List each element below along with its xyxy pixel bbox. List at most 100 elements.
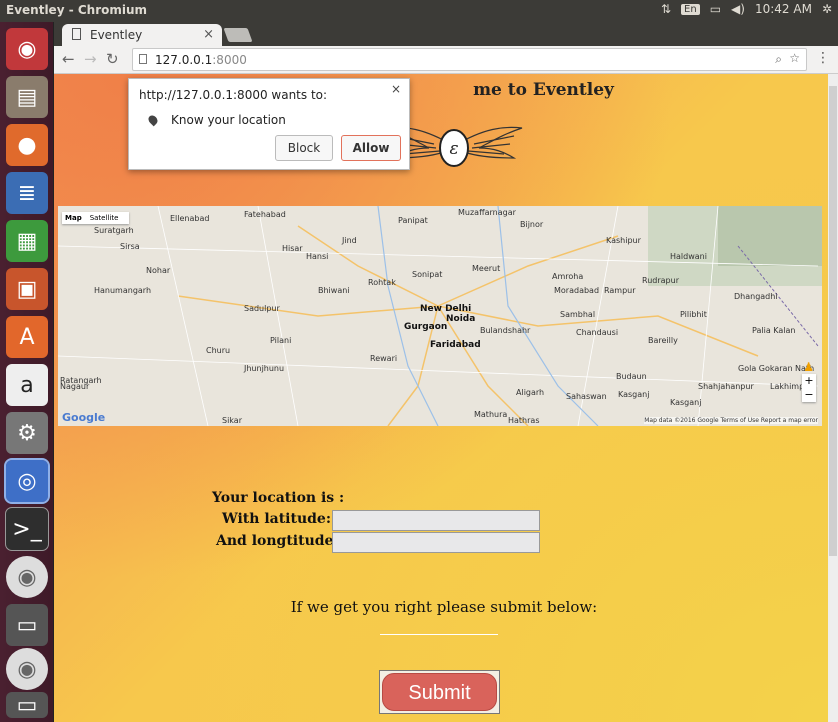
map-roads bbox=[58, 206, 822, 426]
close-tab-icon[interactable]: × bbox=[203, 27, 214, 42]
google-logo: Google bbox=[62, 411, 106, 424]
files-icon[interactable]: ▤ bbox=[6, 76, 48, 118]
scrollbar-thumb[interactable] bbox=[829, 86, 837, 556]
ubuntu-dash-icon[interactable]: ◉ bbox=[6, 28, 48, 70]
close-icon[interactable]: × bbox=[391, 82, 401, 96]
page-info-icon[interactable] bbox=[139, 54, 147, 64]
map-label: Hathras bbox=[508, 416, 540, 425]
map-type-map[interactable]: Map bbox=[65, 214, 82, 222]
address-bar[interactable]: 127.0.0.1:8000 ⌕ ☆ bbox=[132, 48, 807, 71]
forward-icon[interactable]: → bbox=[84, 50, 97, 68]
map-label: Hisar bbox=[282, 244, 303, 253]
top-panel: Eventley - Chromium ⇅ En ▭ ◀) 10:42 AM ✲ bbox=[0, 0, 838, 22]
map-label: Sambhal bbox=[560, 310, 596, 319]
map-label: Hansi bbox=[306, 252, 329, 261]
firefox-icon[interactable]: ● bbox=[6, 124, 48, 166]
tab-eventley[interactable]: Eventley × bbox=[62, 24, 222, 46]
map-label: Kashipur bbox=[606, 236, 641, 245]
map-label: Kasganj bbox=[670, 398, 702, 407]
trash-icon[interactable]: ▭ bbox=[6, 692, 48, 718]
map-label: Moradabad bbox=[554, 286, 600, 295]
map-type-satellite[interactable]: Satellite bbox=[90, 214, 119, 222]
map-label: Ellenabad bbox=[170, 214, 210, 223]
disc-icon[interactable]: ◉ bbox=[6, 556, 48, 598]
map-label: Jhunjhunu bbox=[244, 364, 285, 373]
back-icon[interactable]: ← bbox=[62, 50, 75, 68]
map-label: Hanumangarh bbox=[94, 286, 152, 295]
software-center-icon[interactable]: A bbox=[6, 316, 48, 358]
gear-icon[interactable]: ✲ bbox=[822, 2, 832, 16]
calc-icon[interactable]: ▦ bbox=[6, 220, 48, 262]
pegman-icon[interactable]: ♟ bbox=[803, 360, 814, 374]
zoom-in-button[interactable]: + bbox=[802, 374, 816, 388]
svg-text:ε: ε bbox=[449, 139, 458, 159]
menu-icon[interactable]: ⋮ bbox=[816, 50, 830, 66]
map-label: Gurgaon bbox=[404, 322, 448, 332]
location-pin-icon bbox=[146, 113, 160, 127]
disc-icon[interactable]: ◉ bbox=[6, 648, 48, 690]
location-permission-popup: http://127.0.0.1:8000 wants to: × Know y… bbox=[128, 78, 410, 170]
system-tray: ⇅ En ▭ ◀) 10:42 AM ✲ bbox=[661, 2, 832, 16]
network-icon[interactable]: ⇅ bbox=[661, 2, 671, 16]
map-label: New Delhi bbox=[420, 304, 472, 314]
drive-icon[interactable]: ▭ bbox=[6, 604, 48, 646]
map-label: Panipat bbox=[398, 216, 428, 225]
latitude-field[interactable] bbox=[332, 510, 540, 531]
page-icon bbox=[72, 28, 81, 40]
bookmark-star-icon[interactable]: ☆ bbox=[789, 51, 800, 65]
allow-button[interactable]: Allow bbox=[341, 135, 401, 161]
map-label: Amroha bbox=[552, 272, 584, 281]
battery-icon[interactable]: ▭ bbox=[710, 2, 721, 16]
amazon-icon[interactable]: a bbox=[6, 364, 48, 406]
permission-text: Know your location bbox=[171, 113, 286, 127]
map-label: Sikar bbox=[222, 416, 242, 425]
map-type-control[interactable]: Map Satellite bbox=[62, 212, 130, 224]
map-label: Jind bbox=[342, 236, 357, 245]
map-label: Sonipat bbox=[412, 270, 443, 279]
submit-button[interactable]: Submit bbox=[382, 673, 497, 711]
submit-prompt: If we get you right please submit below: bbox=[290, 598, 598, 616]
url-host: 127.0.0.1 bbox=[155, 53, 213, 67]
desktop: Eventley - Chromium ⇅ En ▭ ◀) 10:42 AM ✲… bbox=[0, 0, 838, 722]
map-label: Rudrapur bbox=[642, 276, 679, 285]
map-label: Bhiwani bbox=[318, 286, 350, 295]
submit-container: Submit bbox=[379, 670, 500, 714]
scrollbar[interactable] bbox=[828, 74, 838, 722]
map-label: Rampur bbox=[604, 286, 636, 295]
url-port: :8000 bbox=[212, 53, 247, 67]
map-label: Palia Kalan bbox=[752, 326, 796, 335]
map-label: Nohar bbox=[146, 266, 171, 275]
map-label: Bulandshahr bbox=[480, 326, 531, 335]
reload-icon[interactable]: ↻ bbox=[106, 50, 119, 68]
longitude-field[interactable] bbox=[332, 532, 540, 553]
map-label: Muzaffarnagar bbox=[458, 208, 516, 217]
map[interactable]: Map Satellite Fatehabad Ellenabad Panipat… bbox=[58, 206, 822, 426]
map-label: Faridabad bbox=[430, 340, 481, 350]
map-label: Meerut bbox=[472, 264, 501, 273]
map-label: Kasganj bbox=[618, 390, 650, 399]
map-label: Sahaswan bbox=[566, 392, 607, 401]
impress-icon[interactable]: ▣ bbox=[6, 268, 48, 310]
zoom-control: + − bbox=[802, 374, 816, 402]
writer-icon[interactable]: ≣ bbox=[6, 172, 48, 214]
window-title: Eventley - Chromium bbox=[6, 3, 148, 17]
settings-icon[interactable]: ⚙ bbox=[6, 412, 48, 454]
map-label: Budaun bbox=[616, 372, 647, 381]
map-label: Haldwani bbox=[670, 252, 707, 261]
block-button[interactable]: Block bbox=[275, 135, 333, 161]
map-label: Bijnor bbox=[520, 220, 544, 229]
chromium-icon[interactable]: ◎ bbox=[4, 458, 50, 504]
search-icon[interactable]: ⌕ bbox=[775, 52, 782, 67]
zoom-out-button[interactable]: − bbox=[802, 388, 816, 402]
keyboard-layout[interactable]: En bbox=[681, 3, 700, 15]
terminal-icon[interactable]: >_ bbox=[5, 507, 49, 551]
new-tab-button[interactable] bbox=[223, 28, 253, 42]
map-attribution[interactable]: Map data ©2016 Google Terms of Use Repor… bbox=[644, 417, 818, 424]
map-label: Bareilly bbox=[648, 336, 678, 345]
volume-icon[interactable]: ◀) bbox=[731, 2, 745, 16]
map-label: Mathura bbox=[474, 410, 508, 419]
page-content: me to Eventley ε Map Satellite Fatehabad… bbox=[54, 74, 828, 722]
clock[interactable]: 10:42 AM bbox=[755, 2, 812, 16]
browser-window: Eventley × ← → ↻ 127.0.0.1:8000 ⌕ ☆ ⋮ me… bbox=[54, 22, 838, 722]
location-label: Your location is : bbox=[212, 490, 345, 506]
